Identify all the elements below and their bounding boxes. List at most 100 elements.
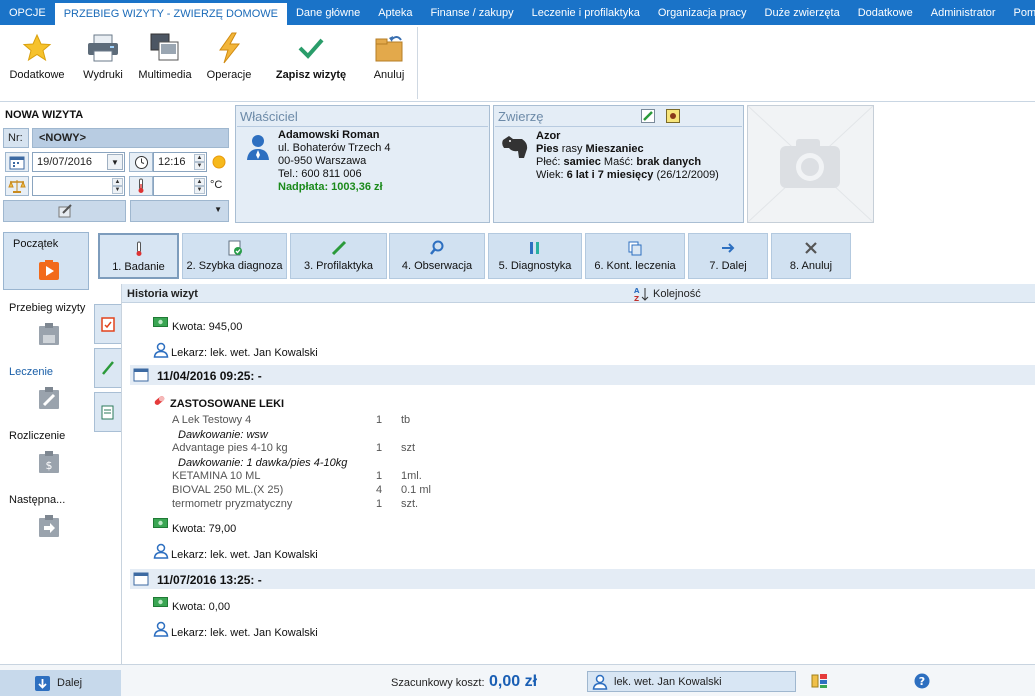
temperature-spinner[interactable]: ▲ ▼ [194,178,205,194]
animal-name: Azor [536,130,561,142]
med-unit: 0.1 ml [401,484,431,496]
printer-icon [85,29,121,67]
sort-label[interactable]: Kolejność [653,288,701,300]
animal-header: Zwierzę [498,109,544,124]
animal-age-line: Wiek: 6 lat i 7 miesięcy (26/12/2009) [536,169,719,181]
visit-date-band-3[interactable]: 11/07/2016 13:25: - [130,569,1035,589]
menu-przebieg-wizyty[interactable]: PRZEBIEG WIZYTY - ZWIERZĘ DOMOWE [54,3,287,25]
animal-card-icon[interactable] [666,109,680,123]
doctor-entry-1: Lekarz: lek. wet. Jan Kowalski [171,347,318,359]
edit-pencil-icon[interactable] [641,109,655,123]
side-tab-syringe[interactable] [94,348,121,388]
med-qty: 4 [376,484,383,496]
dalej-button[interactable]: Dalej [0,670,121,696]
visit-history[interactable]: Historia wizyt AZ Kolejność Kwota: 945,0… [122,284,1035,664]
options-dropdown[interactable]: ▼ [130,200,229,222]
folder-undo-icon [371,29,407,67]
money-icon [153,518,168,531]
calendar-icon[interactable] [5,152,29,172]
weight-spinner[interactable]: ▲ ▼ [112,178,123,194]
menu-apteka[interactable]: Apteka [369,0,421,25]
help-icon[interactable]: ? [914,673,930,692]
animal-sex-line: Płeć: samiec Maść: brak danych [536,156,702,168]
menu-organizacja[interactable]: Organizacja pracy [649,0,756,25]
star-icon [19,29,55,67]
multimedia-icon [147,29,183,67]
dodatkowe-button[interactable]: Dodatkowe [5,29,69,95]
nav-leczenie[interactable]: Leczenie [0,360,90,424]
menu-administrator[interactable]: Administrator [922,0,1005,25]
side-tab-documents[interactable] [94,392,121,432]
multimedia-button[interactable]: Multimedia [135,29,195,95]
step-diagnostyka[interactable]: 5. Diagnostyka [488,233,582,279]
scale-icon[interactable] [5,176,29,196]
med-qty: 1 [376,442,383,454]
nav-poczatek[interactable]: Początek [3,232,89,290]
owner-header: Właściciel [240,109,298,124]
sort-az-icon[interactable]: AZ [633,286,651,305]
cost-value: 0,00 zł [489,673,538,690]
step-obserwacja[interactable]: 4. Obserwacja [389,233,485,279]
step-badanie[interactable]: 1. Badanie [98,233,179,279]
menu-dodatkowe[interactable]: Dodatkowe [849,0,922,25]
owner-street: ul. Bohaterów Trzech 4 [278,142,391,154]
history-title: Historia wizyt [127,288,198,300]
date-dropdown-icon[interactable]: ▼ [107,154,123,170]
med-unit: tb [401,414,411,426]
date-field[interactable]: 19/07/2016 ▼ [32,152,125,172]
doctor-icon [153,543,169,562]
nav-rozliczenie[interactable]: Rozliczenie $ [0,424,90,488]
dog-icon [500,134,530,163]
anuluj-button[interactable]: Anuluj [368,29,410,95]
amount-entry-3: Kwota: 0,00 [172,601,231,613]
doctor-selector[interactable]: lek. wet. Jan Kowalski [587,671,796,692]
magnifier-icon [429,239,445,257]
visit-panel: NOWA WIZYTA Nr: <NOWY> 19/07/2016 ▼ 12:1… [0,104,232,226]
thermometer-icon[interactable] [129,176,153,196]
time-field[interactable]: 12:16 ▲ ▼ [153,152,207,172]
zapisz-wizyte-button[interactable]: Zapisz wizytę [274,29,348,95]
menu-pomoc[interactable]: Pomoc [1005,0,1035,25]
operacje-button[interactable]: Operacje [204,29,254,95]
menu-finanse[interactable]: Finanse / zakupy [421,0,522,25]
owner-name: Adamowski Roman [278,129,380,141]
step-dalej[interactable]: 7. Dalej [688,233,768,279]
doctor-entry-2: Lekarz: lek. wet. Jan Kowalski [171,549,318,561]
nav-nastepna[interactable]: Następna... [0,488,90,552]
steps-toolbar: 1. Badanie 2. Szybka diagnoza 3. Profila… [90,228,1035,284]
nav-przebieg[interactable]: Przebieg wizyty [0,296,90,360]
doctor-icon [153,621,169,640]
menu-dane-glowne[interactable]: Dane główne [287,0,369,25]
med-unit: 1ml. [401,470,422,482]
temp-unit: °C [210,179,223,191]
menu-opcje[interactable]: OPCJE [0,0,55,25]
time-spinner[interactable]: ▲ ▼ [194,154,205,170]
settings-icon[interactable] [810,672,830,693]
clock-icon[interactable] [129,152,153,172]
med-dose: Dawkowanie: wsw [178,429,268,441]
amount-entry-1: Kwota: 945,00 [172,321,243,333]
step-kont-leczenia[interactable]: 6. Kont. leczenia [585,233,685,279]
menu-duze-zwierzeta[interactable]: Duże zwierzęta [756,0,849,25]
svg-text:$: $ [46,459,53,472]
visit-date-band-2[interactable]: 11/04/2016 09:25: - [130,365,1035,385]
document-icon [101,405,114,420]
menu-leczenie[interactable]: Leczenie i profilaktyka [523,0,649,25]
side-tab-checklist[interactable] [94,304,121,344]
animal-photo[interactable] [747,105,874,223]
animal-panel[interactable]: Zwierzę Azor Pies rasy Mieszaniec Płeć: … [493,105,744,223]
wydruki-button[interactable]: Wydruki [78,29,128,95]
weight-field[interactable]: ▲ ▼ [32,176,125,196]
edit-note-button[interactable] [3,200,126,222]
calendar-icon [133,367,149,385]
med-name: KETAMINA 10 ML [172,470,261,482]
owner-panel[interactable]: Właściciel Adamowski Roman ul. Bohaterów… [235,105,490,223]
step-anuluj[interactable]: 8. Anuluj [771,233,851,279]
temperature-field[interactable]: ▲ ▼ [153,176,207,196]
doctor-icon [153,342,169,361]
menu-bar: OPCJE PRZEBIEG WIZYTY - ZWIERZĘ DOMOWE D… [0,0,1035,25]
step-szybka-diagnoza[interactable]: 2. Szybka diagnoza [182,233,287,279]
sun-icon [211,154,227,173]
step-profilaktyka[interactable]: 3. Profilaktyka [290,233,387,279]
pill-icon [153,394,166,410]
